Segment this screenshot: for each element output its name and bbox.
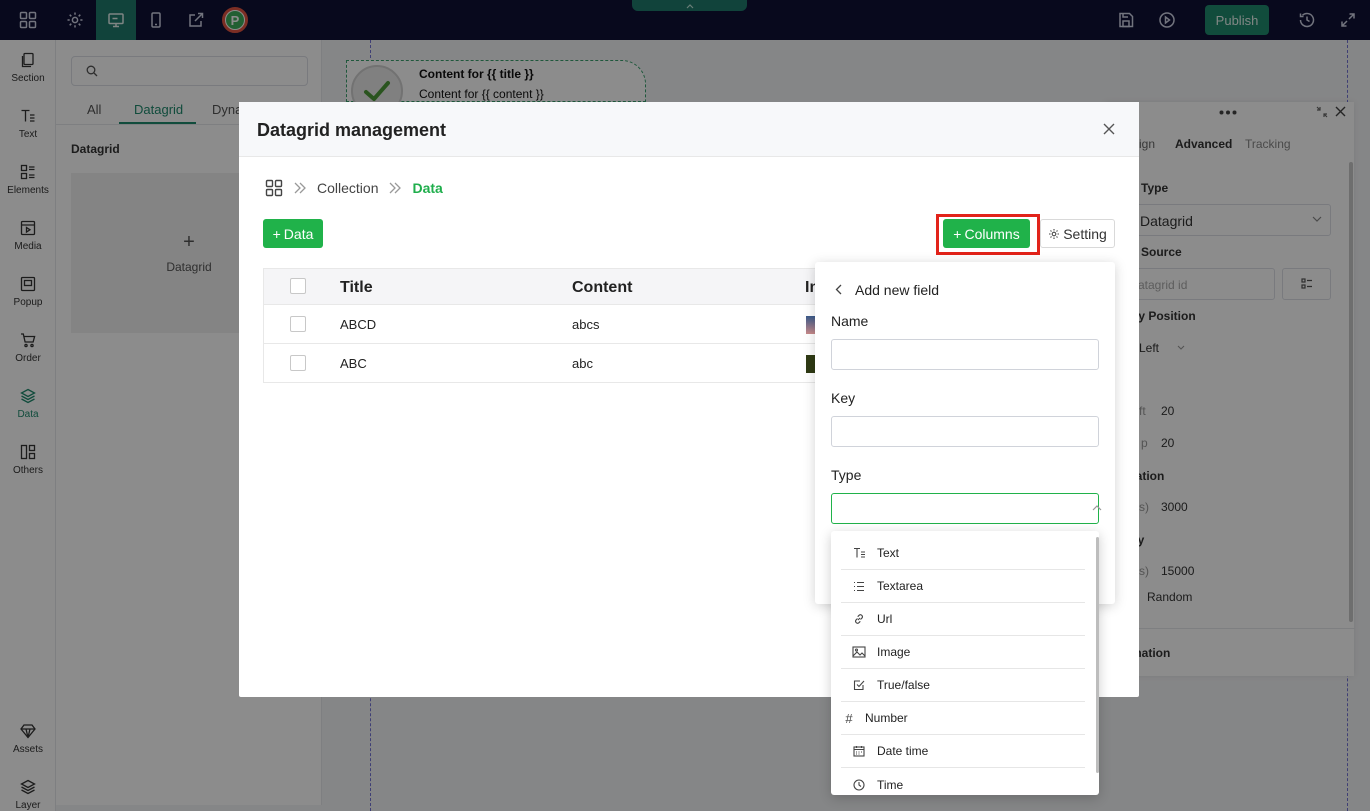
add-columns-button[interactable]: + Columns <box>943 219 1030 248</box>
type-option-textarea[interactable]: Textarea <box>841 570 1085 603</box>
calendar-icon <box>851 745 867 757</box>
plus-icon: + <box>272 225 281 242</box>
type-option-image[interactable]: Image <box>841 636 1085 669</box>
data-table: Title Content Im ABCD abcs ABC abc <box>263 268 864 383</box>
checkbox-icon <box>851 679 867 691</box>
table-row[interactable]: ABC abc <box>264 344 864 383</box>
type-option-number[interactable]: # Number <box>841 702 1085 735</box>
text-type-icon <box>851 547 867 559</box>
select-all-checkbox[interactable] <box>290 278 306 294</box>
breadcrumb: Collection Data <box>265 178 443 198</box>
modal-title: Datagrid management <box>257 120 447 140</box>
name-label: Name <box>831 313 869 329</box>
row-checkbox[interactable] <box>290 316 306 332</box>
double-chevron-icon <box>293 182 307 194</box>
table-row[interactable]: ABCD abcs <box>264 305 864 344</box>
cell-content: abcs <box>572 317 600 332</box>
type-option-true-false[interactable]: True/false <box>841 669 1085 702</box>
grid-icon[interactable] <box>265 179 283 197</box>
cell-content: abc <box>572 356 593 371</box>
option-label: Url <box>877 612 893 626</box>
breadcrumb-data: Data <box>412 180 443 196</box>
key-label: Key <box>831 390 856 406</box>
option-label: Image <box>877 645 911 659</box>
breadcrumb-collection[interactable]: Collection <box>317 180 378 196</box>
type-label: Type <box>831 467 862 483</box>
option-label: Date time <box>877 744 929 758</box>
clock-icon <box>851 778 867 791</box>
option-label: Textarea <box>877 579 924 593</box>
type-dropdown: Text Textarea Url Image True/false # Num… <box>831 531 1099 795</box>
type-option-date-time[interactable]: Date time <box>841 735 1085 768</box>
setting-label: Setting <box>1063 225 1107 242</box>
table-header: Title Content Im <box>264 269 864 305</box>
column-header-content: Content <box>572 279 633 296</box>
popover-title: Add new field <box>855 282 940 298</box>
double-chevron-icon <box>388 182 402 194</box>
option-label: True/false <box>877 678 930 692</box>
cell-title: ABCD <box>340 317 377 332</box>
name-input[interactable] <box>831 339 1099 370</box>
plus-icon: + <box>953 225 962 242</box>
type-select[interactable] <box>831 493 1102 524</box>
add-columns-label: Columns <box>964 225 1020 242</box>
list-icon <box>851 581 867 592</box>
type-option-text[interactable]: Text <box>841 537 1085 570</box>
link-icon <box>851 613 867 625</box>
modal-header: Datagrid management <box>239 102 1139 157</box>
key-input[interactable] <box>831 416 1099 447</box>
gear-icon <box>1049 228 1060 239</box>
image-icon <box>851 646 867 658</box>
column-header-title: Title <box>340 279 373 296</box>
option-label: Text <box>877 546 900 560</box>
add-data-button[interactable]: + Data <box>263 219 323 248</box>
option-label: Time <box>877 777 904 792</box>
add-data-label: Data <box>283 225 314 242</box>
close-icon[interactable] <box>1102 122 1116 136</box>
type-option-time[interactable]: Time <box>841 768 1085 795</box>
dropdown-scrollbar[interactable] <box>1096 537 1099 773</box>
row-checkbox[interactable] <box>290 355 306 371</box>
chevron-left-icon[interactable] <box>835 284 842 295</box>
type-option-url[interactable]: Url <box>841 603 1085 636</box>
option-label: Number <box>865 711 908 725</box>
hash-icon: # <box>845 710 853 726</box>
cell-title: ABC <box>340 356 367 371</box>
setting-button[interactable]: Setting <box>1040 219 1115 248</box>
chevron-up-icon <box>1092 505 1102 511</box>
